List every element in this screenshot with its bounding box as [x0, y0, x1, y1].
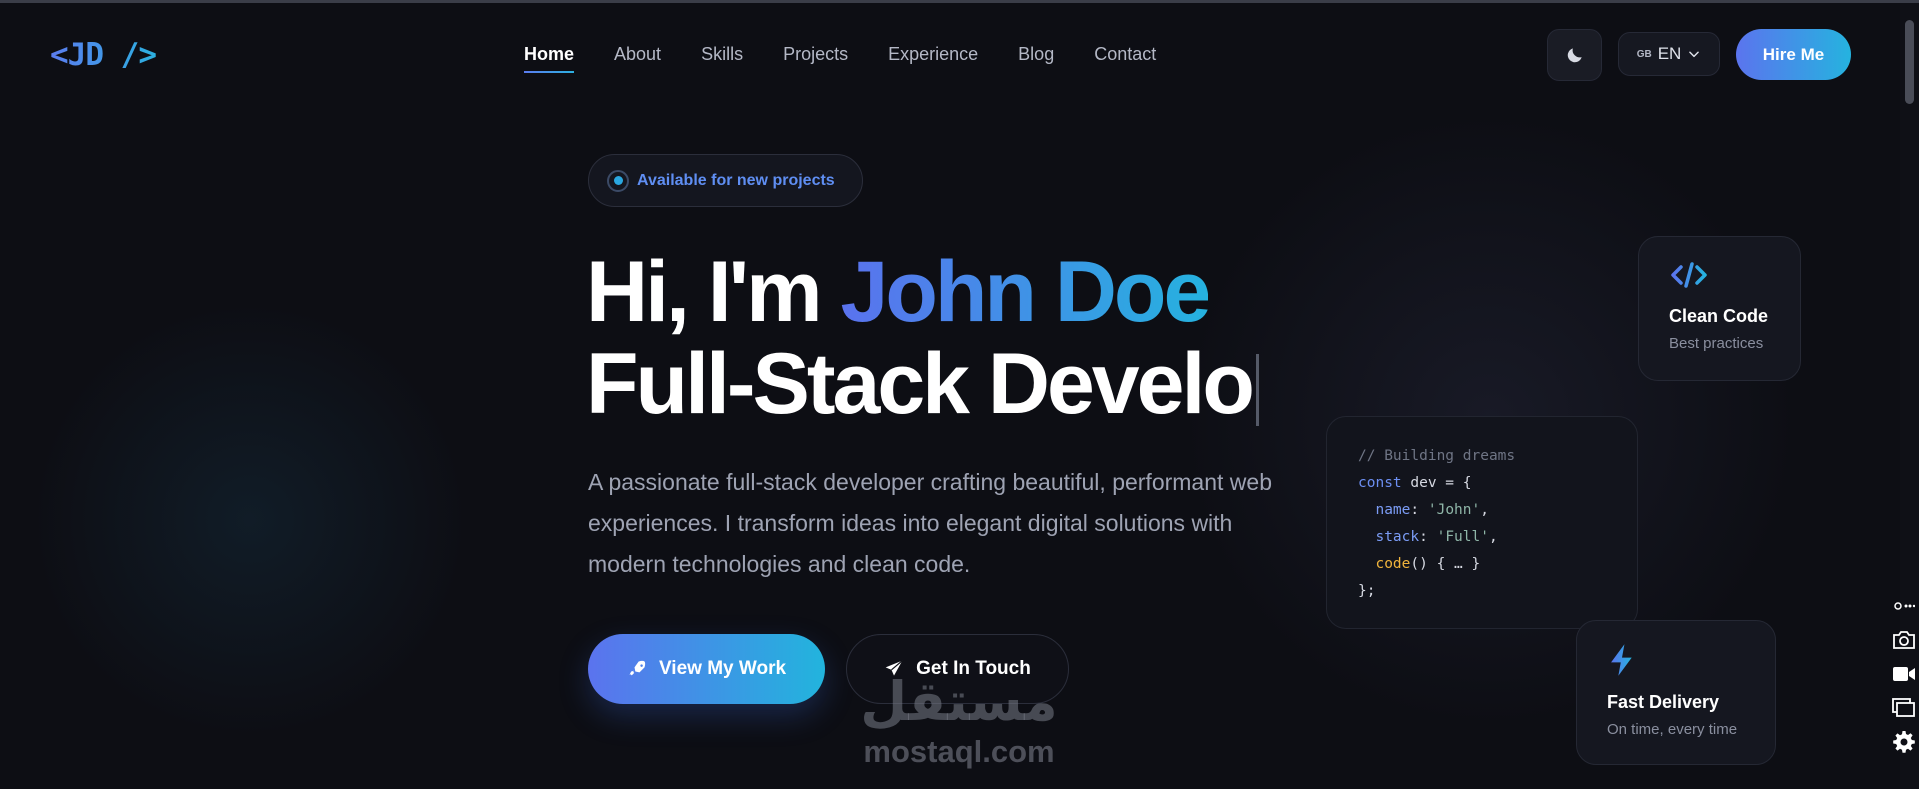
- code-stack-value: 'Full': [1436, 529, 1489, 545]
- view-my-work-label: View My Work: [658, 658, 787, 679]
- settings-button[interactable]: [1891, 728, 1917, 756]
- code-comment: // Building dreams: [1358, 448, 1516, 464]
- clean-code-title: Clean Code: [1669, 306, 1769, 326]
- video-icon: [1893, 667, 1915, 681]
- nav-links: Home About Skills Projects Experience Bl…: [524, 44, 1156, 73]
- code-stack-key: stack: [1375, 529, 1420, 545]
- code-name-value: 'John': [1427, 502, 1481, 518]
- nav-link-contact[interactable]: Contact: [1094, 44, 1156, 71]
- code-function-name: code: [1375, 556, 1411, 572]
- fast-delivery-title: Fast Delivery: [1607, 692, 1720, 712]
- camera-icon: [1893, 631, 1915, 649]
- theme-toggle-button[interactable]: [1547, 29, 1602, 81]
- nav-link-experience[interactable]: Experience: [888, 44, 978, 71]
- lightning-icon: [1611, 644, 1632, 676]
- availability-text: Available for new projects: [637, 171, 835, 189]
- hero-description: A passionate full-stack developer crafti…: [588, 469, 1272, 577]
- record-video-button[interactable]: [1891, 660, 1917, 688]
- chevron-down-icon: [1689, 51, 1700, 58]
- side-toolbar: [1889, 592, 1919, 756]
- more-icon: [1894, 602, 1915, 610]
- flag-icon: GB: [1636, 48, 1652, 60]
- hero-heading: Hi, I'm John Doe: [586, 244, 1212, 340]
- scrollbar-thumb[interactable]: [1905, 20, 1914, 104]
- code-declaration: dev = {: [1401, 475, 1472, 491]
- status-dot-icon: [607, 169, 629, 192]
- rocket-icon: [629, 660, 646, 676]
- code-name-key: name: [1375, 502, 1411, 518]
- fast-delivery-card: Fast Delivery On time, every time: [1576, 620, 1776, 765]
- moon-icon: [1567, 48, 1582, 63]
- hero-role: Full-Stack Develo: [586, 338, 1259, 430]
- extension-more-button[interactable]: [1891, 592, 1917, 620]
- language-label: EN: [1657, 44, 1682, 63]
- code-icon: [1671, 262, 1707, 288]
- site-logo[interactable]: <JD />: [50, 37, 157, 73]
- typing-cursor: [1255, 354, 1259, 427]
- hero-name: John Doe: [840, 244, 1212, 340]
- gear-icon: [1893, 731, 1915, 753]
- fast-delivery-subtitle: On time, every time: [1607, 721, 1738, 738]
- screenshot-button[interactable]: [1891, 626, 1917, 654]
- windows-button[interactable]: [1891, 694, 1917, 722]
- view-my-work-button[interactable]: View My Work: [588, 634, 825, 704]
- code-snippet-card: // Building dreams const dev = { name: '…: [1326, 416, 1638, 629]
- nav-link-skills[interactable]: Skills: [701, 44, 743, 71]
- background-glow-left: [30, 300, 470, 740]
- clean-code-subtitle: Best practices: [1669, 335, 1764, 352]
- code-close: };: [1358, 583, 1376, 599]
- nav-link-about[interactable]: About: [614, 44, 661, 71]
- hero-role-typed: Full-Stack Develo: [586, 336, 1255, 432]
- clean-code-card: Clean Code Best practices: [1638, 236, 1801, 381]
- hero-greeting: Hi, I'm: [586, 244, 841, 340]
- nav-link-blog[interactable]: Blog: [1018, 44, 1054, 71]
- nav-link-home[interactable]: Home: [524, 44, 575, 73]
- code-function-body: () { … }: [1410, 556, 1481, 572]
- language-selector[interactable]: GB EN: [1618, 32, 1720, 76]
- watermark-arabic: مستقل: [860, 672, 1058, 732]
- watermark-latin: mostaql.com: [863, 734, 1055, 769]
- top-navbar: <JD /> Home About Skills Projects Experi…: [0, 0, 1900, 108]
- code-keyword: const: [1358, 475, 1402, 491]
- hire-me-button[interactable]: Hire Me: [1736, 29, 1851, 80]
- availability-badge: Available for new projects: [588, 154, 863, 207]
- nav-link-projects[interactable]: Projects: [783, 44, 848, 71]
- windows-icon: [1892, 698, 1915, 717]
